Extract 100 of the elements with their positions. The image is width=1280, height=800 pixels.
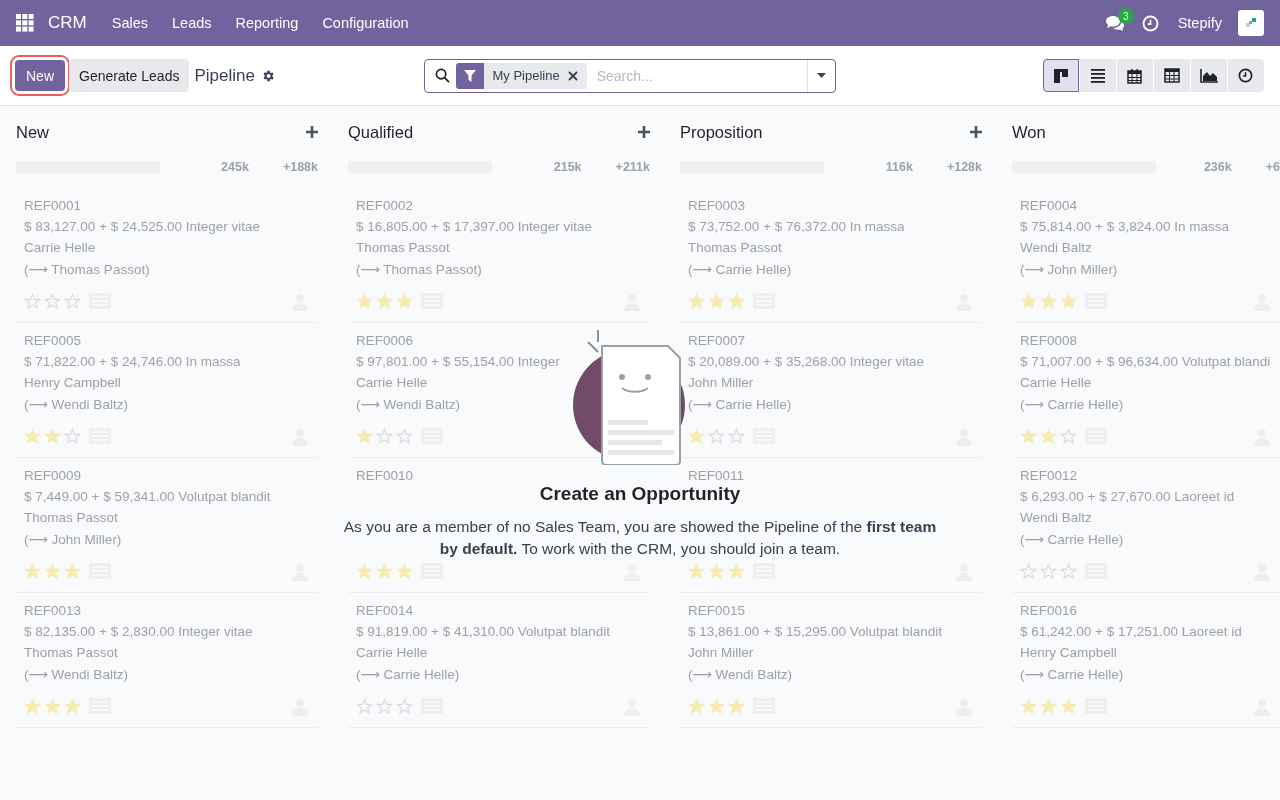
search-field[interactable]: My Pipeline Search... <box>424 58 837 93</box>
star-icon[interactable] <box>396 697 413 715</box>
star-icon[interactable] <box>44 292 61 310</box>
star-icon[interactable] <box>728 562 745 580</box>
star-icon[interactable] <box>708 562 725 580</box>
card-customer: Henry Campbell <box>24 375 122 392</box>
star-icon[interactable] <box>1020 427 1037 445</box>
card-salesperson: (⟶ Wendi Baltz) <box>24 396 129 414</box>
card-amount: $ 75,814.00 + $ 3,824.00 In massa <box>1020 219 1231 236</box>
star-icon[interactable] <box>44 562 61 580</box>
card-reference: REF0012 <box>1020 468 1079 485</box>
star-icon[interactable] <box>24 562 41 580</box>
column-total: 245k <box>221 160 249 174</box>
star-icon[interactable] <box>688 427 705 445</box>
card-amount: $ 13,861.00 + $ 15,295.00 Volutpat blandit <box>688 624 944 641</box>
star-icon[interactable] <box>64 697 81 715</box>
company-name[interactable]: Stepify <box>1177 15 1222 31</box>
view-switch-button[interactable] <box>1080 59 1116 92</box>
generate-leads-button[interactable]: Generate Leads <box>69 59 190 92</box>
star-icon[interactable] <box>24 292 41 310</box>
star-icon[interactable] <box>44 697 61 715</box>
star-icon[interactable] <box>688 697 705 715</box>
star-icon[interactable] <box>64 562 81 580</box>
card-customer: Thomas Passot <box>24 645 119 662</box>
star-icon[interactable] <box>1020 292 1037 310</box>
menu-item[interactable]: Sales <box>102 15 157 31</box>
star-icon[interactable] <box>396 562 413 580</box>
star-icon[interactable] <box>1060 292 1077 310</box>
star-icon[interactable] <box>1040 562 1057 580</box>
star-icon[interactable] <box>396 292 413 310</box>
clock-icon[interactable] <box>1142 14 1160 32</box>
card-customer: John Miller <box>688 645 755 662</box>
app-name[interactable]: CRM <box>48 13 87 33</box>
card-reference: REF0016 <box>1020 603 1079 620</box>
area-chart-icon <box>1200 68 1218 83</box>
star-icon[interactable] <box>376 562 393 580</box>
star-icon[interactable] <box>1040 697 1057 715</box>
view-switch-button[interactable] <box>1191 59 1227 92</box>
star-icon[interactable] <box>728 292 745 310</box>
star-icon[interactable] <box>44 427 61 445</box>
star-icon[interactable] <box>1040 292 1057 310</box>
star-icon[interactable] <box>1040 427 1057 445</box>
filter-facet[interactable]: My Pipeline <box>456 62 587 89</box>
close-icon[interactable] <box>567 70 578 81</box>
star-icon[interactable] <box>376 292 393 310</box>
star-icon[interactable] <box>688 292 705 310</box>
card-customer: Carrie Helle <box>356 645 429 662</box>
view-switch-button[interactable] <box>1154 59 1190 92</box>
chat-icon[interactable] <box>1104 14 1125 32</box>
card-amount: $ 7,449.00 + $ 59,341.00 Volutpat blandit <box>24 489 272 506</box>
view-switch-button[interactable] <box>1117 59 1153 92</box>
view-switch-button[interactable] <box>1043 59 1079 92</box>
apps-menu-icon[interactable] <box>16 14 34 32</box>
card-salesperson: (⟶ John Miller) <box>24 531 123 549</box>
star-icon[interactable] <box>1020 697 1037 715</box>
menu-item[interactable]: Leads <box>163 15 221 31</box>
star-icon[interactable] <box>356 697 373 715</box>
table-icon <box>1164 68 1180 83</box>
view-switch-button[interactable] <box>1228 59 1264 92</box>
star-icon[interactable] <box>728 697 745 715</box>
star-icon[interactable] <box>24 697 41 715</box>
star-icon[interactable] <box>1020 562 1037 580</box>
star-icon[interactable] <box>356 562 373 580</box>
clock-icon <box>1238 68 1254 83</box>
column-recurring-total: +188k <box>282 160 318 174</box>
card-salesperson: (⟶ Wendi Baltz) <box>688 666 793 684</box>
star-icon[interactable] <box>688 562 705 580</box>
star-icon[interactable] <box>708 697 725 715</box>
column-total: 236k <box>1203 160 1232 174</box>
company-logo[interactable] <box>1238 10 1264 36</box>
star-icon[interactable] <box>1060 427 1077 445</box>
star-icon[interactable] <box>64 427 81 445</box>
card-reference: REF0013 <box>24 603 83 620</box>
star-icon[interactable] <box>376 427 393 445</box>
card-amount: $ 61,242.00 + $ 17,251.00 Laoreet id <box>1020 624 1243 641</box>
star-icon[interactable] <box>64 292 81 310</box>
star-icon[interactable] <box>356 292 373 310</box>
add-icon[interactable] <box>970 126 982 138</box>
add-icon[interactable] <box>638 126 650 138</box>
star-icon[interactable] <box>728 427 745 445</box>
star-icon[interactable] <box>24 427 41 445</box>
card-salesperson: (⟶ Wendi Baltz) <box>24 666 129 684</box>
card-salesperson: (⟶ Thomas Passot) <box>356 261 483 279</box>
page-title: Pipeline <box>194 65 255 86</box>
add-icon[interactable] <box>306 126 318 138</box>
star-icon[interactable] <box>708 292 725 310</box>
star-icon[interactable] <box>1060 562 1077 580</box>
star-icon[interactable] <box>356 427 373 445</box>
star-icon[interactable] <box>376 697 393 715</box>
menu-item[interactable]: Reporting <box>226 15 308 31</box>
star-icon[interactable] <box>1060 697 1077 715</box>
star-icon[interactable] <box>708 427 725 445</box>
star-icon[interactable] <box>396 427 413 445</box>
card-customer: Thomas Passot <box>356 240 451 257</box>
menu-item[interactable]: Configuration <box>313 15 418 31</box>
card-salesperson: (⟶ Carrie Helle) <box>1020 666 1125 684</box>
card-customer: John Miller <box>688 375 755 392</box>
card-customer: Henry Campbell <box>1020 645 1118 662</box>
search-icon[interactable] <box>435 68 451 83</box>
card-customer: Thomas Passot <box>688 240 783 257</box>
